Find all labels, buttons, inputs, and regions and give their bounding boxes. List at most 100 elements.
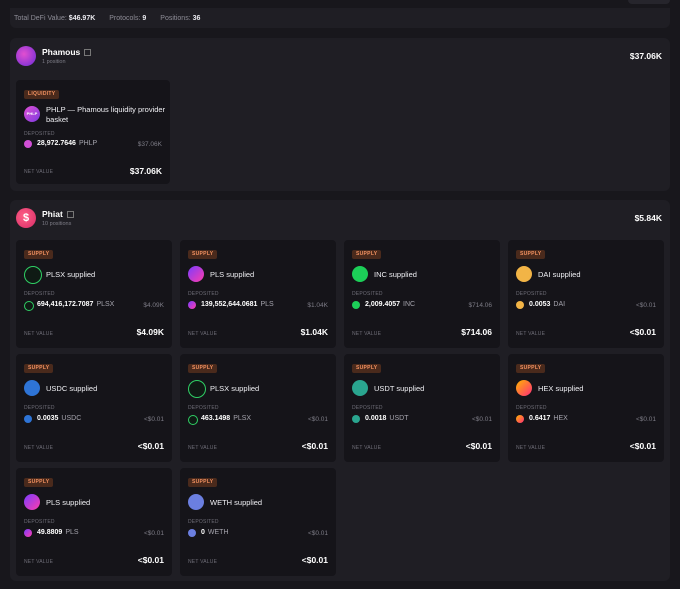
protocols-count: Protocols: 9 (109, 14, 147, 22)
token-icon (352, 301, 360, 309)
deposited-amount: 2,009.4057 INC (365, 301, 416, 308)
net-value: <$0.01 (301, 441, 328, 451)
pls-icon (24, 494, 40, 510)
position-title: PLSX supplied (46, 270, 96, 279)
total-defi-value: Total DeFi Value: $46.97K (14, 14, 96, 22)
net-value-label: NET VALUE (352, 445, 382, 451)
phlp-icon: PHLP (24, 106, 40, 122)
position-title: PLSX supplied (210, 384, 260, 393)
weth-icon (188, 494, 204, 510)
position-type-badge: SUPPLY (352, 250, 382, 259)
position-type-badge: SUPPLY (24, 364, 54, 373)
deposited-amount: 0.0053 DAI (529, 301, 566, 308)
deposited-label: DEPOSITED (352, 405, 383, 411)
deposited-label: DEPOSITED (188, 405, 219, 411)
position-title: HEX supplied (538, 384, 584, 393)
phamous-logo-icon (16, 46, 36, 66)
deposited-usd: <$0.01 (143, 530, 164, 537)
position-type-badge: SUPPLY (188, 364, 218, 373)
token-icon (188, 415, 198, 425)
position-card[interactable]: SUPPLY HEX supplied DEPOSITED 0.6417 HEX <$0.… (508, 354, 664, 462)
net-value: <$0.01 (465, 441, 492, 451)
token-icon (516, 415, 524, 423)
positions-count-label: 10 positions (42, 221, 72, 227)
deposited-amount: 0.0035 USDC (37, 415, 82, 422)
deposited-usd: <$0.01 (307, 416, 328, 423)
net-value: $4.09K (136, 327, 164, 337)
hex-icon (516, 380, 532, 396)
usdt-icon (352, 380, 368, 396)
inc-icon (352, 266, 368, 282)
position-type-badge: SUPPLY (24, 250, 54, 259)
positions-count-label: 1 position (42, 59, 66, 65)
net-value-label: NET VALUE (24, 331, 54, 337)
protocol-name[interactable]: Phamous (42, 47, 92, 57)
net-value: <$0.01 (137, 441, 164, 451)
deposited-label: DEPOSITED (516, 291, 547, 297)
deposited-usd: $714.06 (468, 302, 493, 309)
net-value-label: NET VALUE (24, 559, 54, 565)
token-icon (24, 529, 32, 537)
net-value: <$0.01 (137, 555, 164, 565)
position-card[interactable]: SUPPLY DAI supplied DEPOSITED 0.0053 DAI <$0.… (508, 240, 664, 348)
net-value-label: NET VALUE (516, 445, 546, 451)
deposited-amount: 0 WETH (201, 529, 229, 536)
deposited-usd: <$0.01 (471, 416, 492, 423)
external-link-icon[interactable] (84, 49, 92, 57)
deposited-amount: 694,416,172.7087 PLSX (37, 301, 115, 308)
net-value: <$0.01 (629, 441, 656, 451)
plsx-icon (24, 266, 42, 284)
net-value-label: NET VALUE (24, 445, 54, 451)
position-card[interactable]: SUPPLY PLS supplied DEPOSITED 49.8809 PLS <$0… (16, 468, 172, 576)
deposited-label: DEPOSITED (188, 519, 219, 525)
positions-count: Positions: 36 (160, 14, 201, 22)
position-card[interactable]: SUPPLY USDT supplied DEPOSITED 0.0018 USDT <$… (344, 354, 500, 462)
net-value-label: NET VALUE (188, 445, 218, 451)
net-value-label: NET VALUE (188, 331, 218, 337)
token-icon (188, 529, 196, 537)
position-title: PLS supplied (46, 498, 91, 507)
deposited-usd: <$0.01 (307, 530, 328, 537)
deposited-usd: <$0.01 (635, 302, 656, 309)
dai-icon (516, 266, 532, 282)
net-value-label: NET VALUE (188, 559, 218, 565)
pls-icon (188, 266, 204, 282)
token-icon (352, 415, 360, 423)
position-title: WETH supplied (210, 498, 263, 507)
token-icon (516, 301, 524, 309)
position-card[interactable]: SUPPLY WETH supplied DEPOSITED 0 WETH <$0.01 N… (180, 468, 336, 576)
position-type-badge: SUPPLY (188, 478, 218, 487)
position-card[interactable]: SUPPLY PLSX supplied DEPOSITED 694,416,172.… (16, 240, 172, 348)
position-type-badge: SUPPLY (24, 478, 54, 487)
deposited-label: DEPOSITED (352, 291, 383, 297)
position-card[interactable]: SUPPLY INC supplied DEPOSITED 2,009.4057 INC… (344, 240, 500, 348)
deposited-label: DEPOSITED (516, 405, 547, 411)
position-card[interactable]: SUPPLY PLSX supplied DEPOSITED 463.1498 PLSX… (180, 354, 336, 462)
position-title: PLS supplied (210, 270, 255, 279)
top-action-button[interactable] (628, 0, 670, 4)
deposited-usd: $37.06K (137, 141, 162, 148)
net-value-label: NET VALUE (352, 331, 382, 337)
net-value: <$0.01 (629, 327, 656, 337)
deposited-label: DEPOSITED (24, 405, 55, 411)
position-card[interactable]: SUPPLY USDC supplied DEPOSITED 0.0035 USDC <$… (16, 354, 172, 462)
phiat-logo-icon: $ (16, 208, 36, 228)
position-card[interactable]: LIQUIDITY PHLP PHLP — Phamous liquidity … (16, 80, 170, 184)
deposited-usd: $1.04K (307, 302, 328, 309)
external-link-icon[interactable] (66, 211, 74, 219)
deposited-usd: $4.09K (143, 302, 164, 309)
position-type-badge: LIQUIDITY (24, 90, 60, 99)
deposited-label: DEPOSITED (24, 131, 55, 137)
deposited-usd: <$0.01 (635, 416, 656, 423)
position-card[interactable]: SUPPLY PLS supplied DEPOSITED 139,552,644.0… (180, 240, 336, 348)
deposited-amount: 28,972.7646 PHLP (37, 140, 98, 147)
protocol-name[interactable]: Phiat (42, 209, 74, 219)
position-type-badge: SUPPLY (516, 364, 546, 373)
protocol-section-phamous: Phamous 1 position $37.06K LIQUIDITY PHL… (10, 38, 670, 191)
position-title: DAI supplied (538, 270, 581, 279)
position-type-badge: SUPPLY (516, 250, 546, 259)
net-value-label: NET VALUE (516, 331, 546, 337)
token-icon (24, 415, 32, 423)
net-value: $714.06 (461, 327, 492, 337)
deposited-label: DEPOSITED (24, 291, 55, 297)
